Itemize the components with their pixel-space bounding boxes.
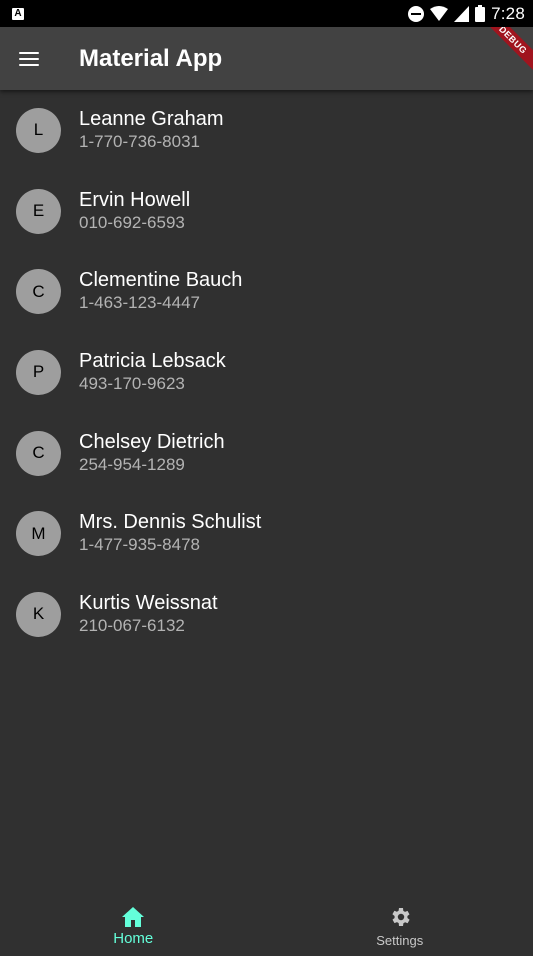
bottom-nav: Home Settings (0, 894, 533, 956)
list-item[interactable]: P Patricia Lebsack 493-170-9623 (0, 332, 533, 413)
contact-name: Patricia Lebsack (79, 349, 226, 372)
home-icon[interactable] (121, 906, 145, 928)
list-item[interactable]: K Kurtis Weissnat 210-067-6132 (0, 574, 533, 655)
contact-name: Leanne Graham (79, 107, 224, 130)
battery-icon (475, 5, 486, 22)
avatar: P (16, 349, 61, 395)
contact-name: Ervin Howell (79, 188, 191, 211)
contact-phone: 254-954-1289 (79, 454, 185, 474)
menu-icon[interactable] (19, 51, 39, 66)
contact-phone: 210-067-6132 (79, 615, 185, 635)
nav-item-home[interactable]: Home (0, 894, 267, 956)
contact-name: Clementine Bauch (79, 269, 243, 292)
avatar: C (16, 430, 61, 476)
list-item[interactable]: E Ervin Howell 010-692-6593 (0, 171, 533, 252)
list-item[interactable]: C Clementine Bauch 1-463-123-4447 (0, 251, 533, 332)
app-bar: Material App (0, 27, 533, 90)
contact-phone: 1-770-736-8031 (79, 131, 200, 151)
notification-icon: A (12, 7, 24, 20)
list-item[interactable]: M Mrs. Dennis Schulist 1-477-935-8478 (0, 493, 533, 574)
contact-name: Mrs. Dennis Schulist (79, 511, 262, 534)
list-item[interactable]: L Leanne Graham 1-770-736-8031 (0, 90, 533, 171)
nav-item-settings[interactable]: Settings (267, 894, 533, 956)
nav-label-home: Home (113, 929, 154, 947)
gear-icon[interactable] (388, 905, 412, 929)
list-item[interactable]: C Chelsey Dietrich 254-954-1289 (0, 413, 533, 494)
contact-phone: 493-170-9623 (79, 373, 185, 393)
avatar: C (16, 269, 61, 315)
dnd-icon (408, 5, 425, 22)
page-title: Material App (79, 44, 223, 72)
contact-name: Chelsey Dietrich (79, 430, 225, 453)
contact-phone: 1-477-935-8478 (79, 535, 200, 555)
contact-list: L Leanne Graham 1-770-736-8031 E Ervin H… (0, 90, 533, 655)
avatar: K (16, 591, 61, 637)
contact-phone: 1-463-123-4447 (79, 293, 200, 313)
wifi-icon (430, 5, 449, 22)
contact-phone: 010-692-6593 (79, 212, 185, 232)
avatar: M (16, 511, 61, 557)
nav-label-settings: Settings (376, 932, 424, 948)
signal-icon (454, 5, 470, 22)
avatar: L (16, 107, 61, 153)
menu-button[interactable] (0, 27, 58, 90)
status-bar: A 7:28 (0, 0, 533, 27)
clock: 7:28 (491, 3, 525, 23)
contact-name: Kurtis Weissnat (79, 591, 218, 614)
avatar: E (16, 188, 61, 234)
